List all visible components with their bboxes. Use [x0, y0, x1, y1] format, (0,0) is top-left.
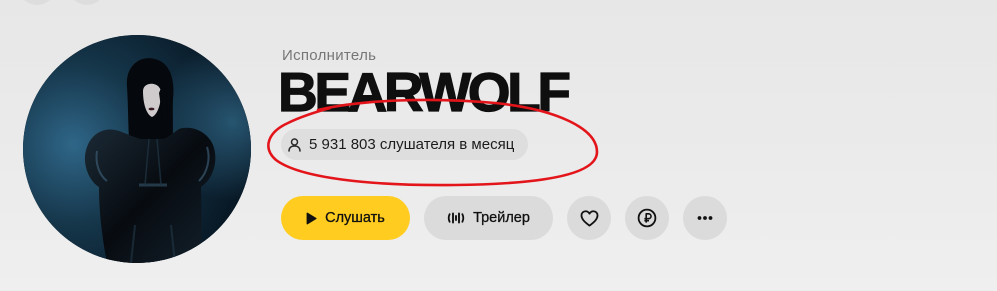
top-navigation	[0, 0, 130, 7]
like-button[interactable]	[567, 196, 611, 240]
nav-forward-button[interactable]	[68, 0, 106, 5]
artist-actions: Слушать Трейлер	[281, 196, 727, 240]
user-icon	[287, 137, 302, 152]
nav-back-button[interactable]	[18, 0, 56, 5]
more-button[interactable]	[683, 196, 727, 240]
play-button-label: Слушать	[325, 210, 385, 226]
trailer-button[interactable]: Трейлер	[424, 196, 553, 240]
artist-name: BEARWOLF	[277, 61, 571, 123]
artist-avatar	[23, 35, 251, 263]
waveform-icon	[447, 210, 465, 226]
ruble-icon	[637, 208, 657, 228]
monthly-listeners-badge: 5 931 803 слушателя в месяц	[281, 129, 529, 160]
play-icon	[306, 212, 317, 225]
play-button[interactable]: Слушать	[281, 196, 410, 240]
more-horizontal-icon	[695, 208, 715, 228]
donate-button[interactable]	[625, 196, 669, 240]
artist-photo	[23, 35, 251, 263]
trailer-button-label: Трейлер	[473, 210, 530, 226]
heart-icon	[580, 209, 599, 227]
monthly-listeners-count: 5 931 803 слушателя в месяц	[309, 135, 515, 153]
